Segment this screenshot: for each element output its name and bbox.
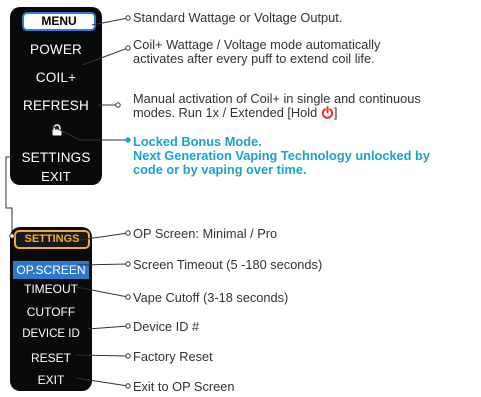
annotation-refresh-line2: modes. Run 1x / Extended [Hold ]: [133, 106, 337, 120]
annotation-timeout: Screen Timeout (5 -180 seconds): [133, 257, 323, 272]
power-icon: [321, 106, 333, 119]
settings-item-op-screen[interactable]: OP.SCREEN: [13, 261, 89, 279]
annotation-locked-line1: Locked Bonus Mode.: [133, 134, 262, 149]
annotation-coil-line1: Coil+ Wattage / Voltage mode automatical…: [133, 37, 381, 52]
annotation-op-screen: OP Screen: Minimal / Pro: [133, 226, 278, 241]
annotation-refresh-line1: Manual activation of Coil+ in single and…: [133, 91, 421, 106]
settings-item-timeout[interactable]: TIMEOUT: [10, 282, 92, 296]
annotation-exit: Exit to OP Screen: [133, 379, 235, 394]
menu-item-refresh[interactable]: REFRESH: [10, 98, 102, 113]
settings-item-device-id[interactable]: DEVICE ID: [10, 328, 92, 340]
annotation-coil-line2: activates after every puff to extend coi…: [133, 51, 375, 66]
annotation-locked-line2: Next Generation Vaping Technology unlock…: [133, 148, 430, 163]
menu-item-power[interactable]: POWER: [10, 42, 102, 57]
menu-item-exit[interactable]: EXIT: [10, 169, 102, 184]
annotation-device-id: Device ID #: [133, 319, 200, 334]
annotation-locked-line3: code or by vaping over time.: [133, 162, 307, 177]
settings-header[interactable]: SETTINGS: [14, 230, 90, 249]
settings-item-cutoff[interactable]: CUTOFF: [10, 305, 92, 319]
settings-item-exit[interactable]: EXIT: [10, 373, 92, 387]
menu-item-settings[interactable]: SETTINGS: [10, 150, 102, 165]
lock-icon[interactable]: [51, 124, 63, 136]
settings-screen: SETTINGS OP.SCREEN TIMEOUT CUTOFF DEVICE…: [10, 227, 92, 391]
menu-header[interactable]: MENU: [22, 12, 96, 31]
settings-item-reset[interactable]: RESET: [10, 351, 92, 365]
annotation-menu: Standard Wattage or Voltage Output.: [133, 10, 343, 25]
menu-item-coil-plus[interactable]: COIL+: [10, 70, 102, 85]
annotation-cutoff: Vape Cutoff (3-18 seconds): [133, 290, 289, 305]
annotation-refresh-line2-text: modes. Run 1x / Extended [Hold: [133, 105, 318, 120]
annotation-refresh-line2-end: ]: [333, 105, 338, 120]
menu-screen: MENU POWER COIL+ REFRESH SETTINGS EXIT: [10, 7, 102, 185]
annotation-reset: Factory Reset: [133, 349, 213, 364]
